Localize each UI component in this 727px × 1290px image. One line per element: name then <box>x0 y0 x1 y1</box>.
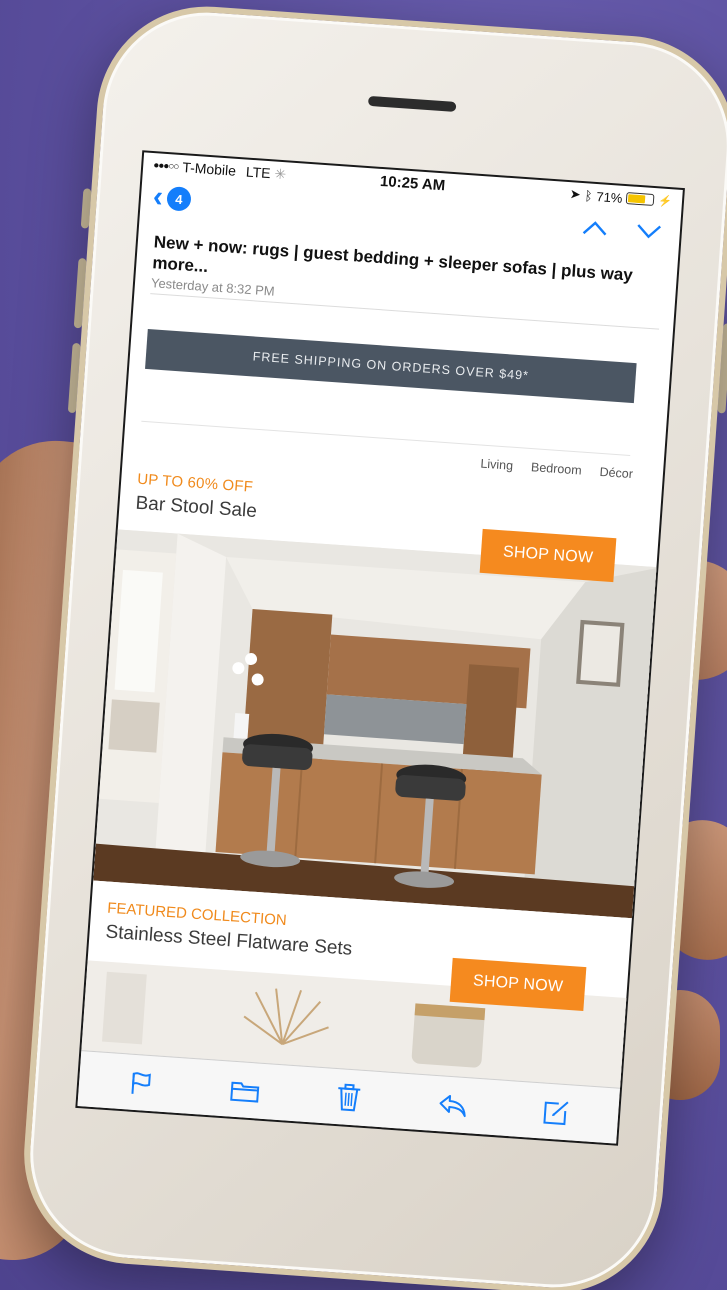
message-nav <box>581 215 663 247</box>
chevron-up-icon <box>582 221 607 236</box>
kitchen-illustration <box>93 529 661 919</box>
category-link-decor[interactable]: Décor <box>599 465 633 481</box>
previous-message-button[interactable] <box>581 215 609 243</box>
reply-button[interactable] <box>431 1083 474 1126</box>
mail-screen: ●●●○○ T-Mobile LTE ✳ 10:25 AM ➤ ᛒ 71% ⚡ … <box>75 150 685 1146</box>
bluetooth-icon: ᛒ <box>584 187 593 204</box>
unread-badge: 4 <box>166 186 192 212</box>
compose-icon <box>543 1100 569 1125</box>
promo-eyebrow: UP TO 60% OFF <box>136 470 254 496</box>
folder-icon <box>230 1081 260 1103</box>
compose-button[interactable] <box>535 1091 578 1134</box>
shipping-banner[interactable]: FREE SHIPPING ON ORDERS OVER $49* <box>145 329 637 404</box>
shop-now-button[interactable]: SHOP NOW <box>479 528 617 583</box>
promo-title: Stainless Steel Flatware Sets <box>104 921 353 960</box>
promo-title: Bar Stool Sale <box>134 492 258 523</box>
reply-icon <box>439 1094 466 1117</box>
flag-icon <box>131 1071 151 1094</box>
phone: ●●●○○ T-Mobile LTE ✳ 10:25 AM ➤ ᛒ 71% ⚡ … <box>16 0 727 1290</box>
status-right: ➤ ᛒ 71% ⚡ <box>569 186 672 209</box>
flag-button[interactable] <box>120 1062 163 1105</box>
shop-now-button[interactable]: SHOP NOW <box>449 957 587 1012</box>
move-to-folder-button[interactable] <box>224 1069 267 1112</box>
category-nav: Living Bedroom Décor <box>480 457 633 482</box>
nav-divider <box>141 420 631 456</box>
back-button[interactable]: ‹ 4 <box>151 180 192 214</box>
chevron-left-icon: ‹ <box>151 180 165 214</box>
category-link-bedroom[interactable]: Bedroom <box>531 460 583 478</box>
battery-icon <box>626 192 655 207</box>
bar-stool-kitchen-image[interactable] <box>93 529 661 919</box>
trash-icon <box>338 1083 361 1111</box>
location-icon: ➤ <box>569 186 582 202</box>
charging-icon: ⚡ <box>657 194 673 208</box>
battery-percent: 71% <box>595 188 623 206</box>
trash-button[interactable] <box>327 1076 370 1119</box>
next-message-button[interactable] <box>635 219 663 247</box>
category-link-living[interactable]: Living <box>480 457 514 473</box>
chevron-down-icon <box>637 224 662 239</box>
battery-fill <box>628 194 646 204</box>
